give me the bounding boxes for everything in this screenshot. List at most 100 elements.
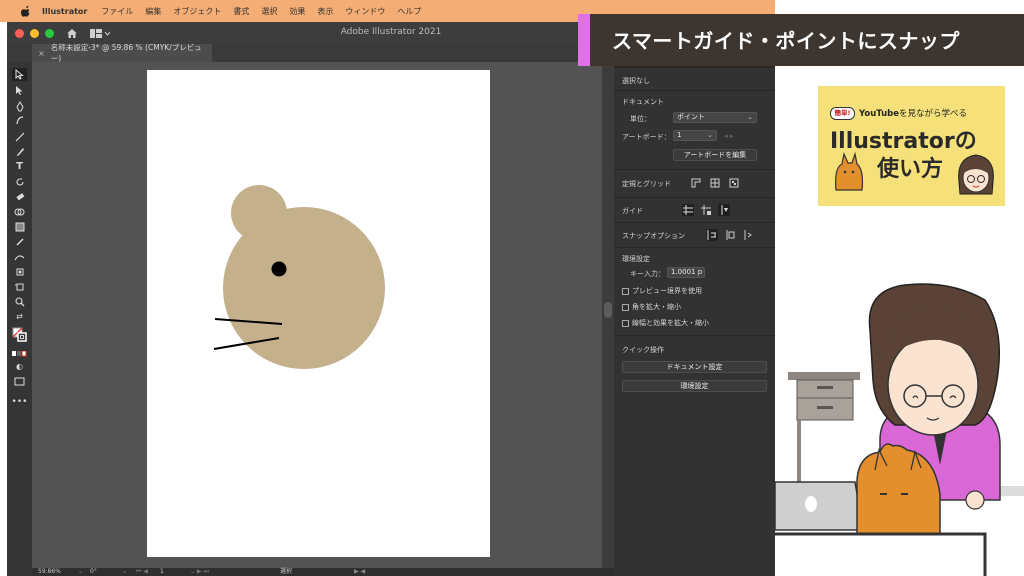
eraser-tool-icon[interactable] — [12, 190, 27, 203]
blend-tool-icon[interactable] — [12, 250, 27, 263]
quick-actions-heading: クイック操作 — [622, 346, 664, 354]
menu-edit[interactable]: 編集 — [145, 6, 161, 17]
chevron-down-icon: ⌄ — [747, 113, 753, 121]
preferences-button[interactable]: 環境設定 — [622, 380, 767, 392]
draw-mode-icon[interactable]: ◐ — [12, 360, 27, 373]
paintbrush-tool-icon[interactable] — [12, 145, 27, 158]
fill-stroke-swatch[interactable] — [12, 326, 27, 344]
guides-icon[interactable] — [682, 204, 694, 216]
units-label: 単位： — [630, 115, 651, 123]
chevron-down-icon: ⌄ — [707, 131, 713, 139]
mouse-eye[interactable] — [271, 261, 287, 277]
app-menu-illustrator[interactable]: Illustrator — [42, 7, 87, 16]
direct-selection-tool-icon[interactable] — [12, 84, 27, 97]
line-tool-icon[interactable] — [12, 130, 27, 143]
document-heading: ドキュメント — [622, 98, 664, 106]
pen-tool-icon[interactable] — [12, 100, 27, 113]
artboard[interactable] — [147, 70, 490, 557]
menu-select[interactable]: 選択 — [261, 6, 277, 17]
rotate-tool-icon[interactable] — [12, 175, 27, 188]
close-tab-icon[interactable]: × — [38, 49, 45, 58]
rulers-grids-label: 定規とグリッド — [622, 180, 671, 188]
artboard-value: 1 — [677, 131, 682, 139]
gradient-tool-icon[interactable] — [12, 220, 27, 233]
scale-corners-label: 角を拡大・縮小 — [632, 303, 681, 311]
banner-title: スマートガイド・ポイントにスナップ — [612, 29, 960, 53]
tagline-rest: を見ながら学べる — [899, 109, 968, 119]
canvas-area[interactable] — [32, 62, 602, 568]
selection-tool-icon[interactable] — [12, 68, 27, 81]
rotation-dropdown-icon[interactable]: ⌄ — [122, 568, 127, 576]
mouse-illustration[interactable] — [147, 70, 490, 557]
youtube-channel-card: 簡単! YouTubeを見ながら学べる Illustratorの 使い方 — [818, 86, 1005, 206]
menu-help[interactable]: ヘルプ — [397, 6, 421, 17]
status-menu-icon[interactable]: ▶ ◀ — [354, 568, 365, 576]
type-tool-icon[interactable]: T — [12, 160, 27, 173]
status-bar: 59.86% ⌄ 0° ⌄ ⏮ ◀ 1 ⌄ ▶ ⏭ 選択 ▶ ◀ — [32, 568, 614, 576]
apple-icon[interactable] — [20, 5, 32, 17]
teacher-avatar-icon — [958, 154, 994, 195]
zoom-tool-icon[interactable] — [12, 295, 27, 308]
use-preview-bounds-label: プレビュー境界を使用 — [632, 287, 702, 295]
color-mode-icons[interactable] — [12, 347, 27, 360]
document-setup-button[interactable]: ドキュメント設定 — [622, 361, 767, 373]
transparency-grid-icon[interactable] — [728, 177, 740, 189]
menu-type[interactable]: 書式 — [233, 6, 249, 17]
lock-guides-icon[interactable] — [700, 204, 712, 216]
artboard-label: アートボード： — [622, 133, 671, 141]
swap-colors-icon[interactable]: ⇄ — [12, 310, 27, 323]
document-tab-label: 名称未設定-3* @ 59.86 % (CMYK/プレビュー) — [50, 43, 202, 63]
use-preview-bounds-checkbox[interactable]: プレビュー境界を使用 — [622, 286, 702, 296]
menu-effect[interactable]: 効果 — [289, 6, 305, 17]
more-tools-icon[interactable]: ••• — [12, 395, 28, 408]
screen-mode-icon[interactable] — [12, 375, 27, 388]
units-value: ポイント — [677, 113, 705, 121]
shape-builder-tool-icon[interactable] — [12, 205, 27, 218]
artboard-dropdown[interactable]: 1 ⌄ — [673, 130, 717, 141]
edit-artboards-button[interactable]: アートボードを編集 — [673, 149, 757, 161]
snap-to-pixel-icon[interactable] — [742, 229, 754, 241]
banner-accent-bar — [578, 14, 590, 66]
keyboard-increment-field[interactable]: 1.0001 p — [667, 267, 705, 278]
rotation-value[interactable]: 0° — [90, 568, 97, 576]
ruler-icon[interactable] — [690, 177, 702, 189]
illustrator-window: Adobe Illustrator 2021 × 名称未設定-3* @ 59.8… — [7, 22, 775, 576]
document-tab[interactable]: × 名称未設定-3* @ 59.86 % (CMYK/プレビュー) — [32, 43, 212, 63]
curvature-tool-icon[interactable] — [12, 114, 27, 127]
smart-guides-icon[interactable] — [718, 204, 730, 216]
zoom-dropdown-icon[interactable]: ⌄ — [78, 568, 83, 576]
artboard-nav-prev-icon[interactable]: ⏮ ◀ — [136, 568, 148, 576]
snap-to-glyph-icon[interactable] — [724, 229, 736, 241]
snap-to-point-icon[interactable] — [706, 229, 718, 241]
artboard-tool-icon[interactable] — [12, 280, 27, 293]
units-dropdown[interactable]: ポイント ⌄ — [673, 112, 757, 123]
artboard-nav-next-icon[interactable]: ⌄ ▶ ⏭ — [190, 568, 209, 576]
eyedropper-tool-icon[interactable] — [12, 235, 27, 248]
menu-file[interactable]: ファイル — [101, 6, 133, 17]
canvas-vertical-scrollbar[interactable] — [602, 62, 614, 568]
keyboard-increment-label: キー入力： — [630, 270, 665, 278]
mouse-head[interactable] — [223, 207, 385, 369]
preferences-heading: 環境設定 — [622, 255, 650, 263]
menu-view[interactable]: 表示 — [317, 6, 333, 17]
menu-object[interactable]: オブジェクト — [173, 6, 221, 17]
zoom-level[interactable]: 59.86% — [38, 568, 61, 576]
symbol-sprayer-tool-icon[interactable] — [12, 265, 27, 278]
card-title-line2: 使い方 — [877, 157, 944, 182]
scale-strokes-effects-checkbox[interactable]: 線幅と効果を拡大・縮小 — [622, 318, 709, 328]
scale-strokes-effects-label: 線幅と効果を拡大・縮小 — [632, 319, 709, 327]
easy-badge: 簡単! — [830, 107, 855, 120]
artboard-number[interactable]: 1 — [160, 568, 164, 576]
card-tagline: YouTubeを見ながら学べる — [859, 107, 967, 119]
artboard-prev-next-icons[interactable]: ◂ ▸ — [724, 132, 733, 140]
menu-window[interactable]: ウィンドウ — [345, 6, 385, 17]
guides-label: ガイド — [622, 207, 643, 215]
selection-status: 選択なし — [622, 77, 650, 85]
scroll-thumb[interactable] — [604, 302, 612, 318]
properties-panel: 選択なし ドキュメント 単位： ポイント ⌄ アートボード： 1 ⌄ ◂ ▸ ア… — [614, 62, 775, 576]
tools-panel: T ⇄ ◐ ••• — [7, 62, 32, 576]
snap-options-label: スナップオプション — [622, 232, 685, 240]
scale-corners-checkbox[interactable]: 角を拡大・縮小 — [622, 302, 681, 312]
grid-icon[interactable] — [709, 177, 721, 189]
dog-mascot-icon — [835, 152, 864, 191]
